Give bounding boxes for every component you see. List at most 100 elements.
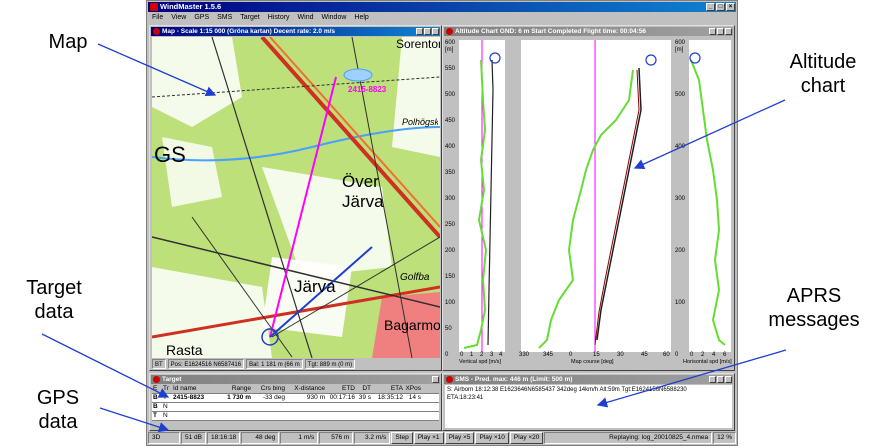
map-status-bal: Bal: 1 181 m (66 m	[246, 359, 303, 369]
map-label-jarva-2: Järva	[294, 277, 336, 296]
menu-help[interactable]: Help	[354, 13, 368, 23]
hspd-xtick-2: 2	[701, 352, 705, 358]
ytick-right-0: 0	[675, 352, 679, 358]
hspd-xlabel: Horisontal spd [m/s]	[683, 359, 732, 365]
map-window-titlebar: Map - Scale 1:15 000 (Gröna kartan) Dece…	[151, 27, 440, 36]
ytick-600: 600	[445, 40, 456, 46]
minimize-button[interactable]: _	[706, 3, 715, 11]
menu-gps[interactable]: GPS	[194, 13, 209, 23]
gps-vspeed: 1 m/s	[280, 432, 319, 444]
course-xtick-60: 60	[663, 352, 670, 358]
target-table: E Tr Id name Range Crs bing X-distance E…	[152, 385, 439, 421]
course-xtick-30: 30	[617, 352, 624, 358]
app-window: WindMaster 1.5.6 _ □ × File View GPS SMS…	[146, 0, 738, 446]
sms-close-button[interactable]	[725, 376, 732, 383]
annotation-target-data: Target data	[26, 277, 82, 323]
map-status-bt: BT	[152, 359, 166, 369]
map-graphic[interactable]	[152, 37, 440, 358]
ytick-50: 50	[445, 326, 452, 332]
target-row[interactable]: T N	[152, 412, 439, 421]
map-close-button[interactable]	[432, 28, 439, 35]
map-label-sorentorp: Sorentorp	[396, 37, 440, 51]
map-minimize-button[interactable]	[416, 28, 423, 35]
app-titlebar: WindMaster 1.5.6 _ □ ×	[148, 2, 736, 12]
play-x5-button[interactable]: Play ×5	[444, 432, 475, 444]
menu-target[interactable]: Target	[240, 13, 259, 23]
gps-fix: 3D	[148, 432, 180, 444]
ytick-250: 250	[445, 222, 456, 228]
cell-xpos: 14 s	[408, 394, 421, 401]
app-title: WindMaster 1.5.6	[160, 2, 222, 11]
ytick-100: 100	[445, 300, 456, 306]
cell-crs-bing: -33 deg	[262, 394, 285, 401]
map-maximize-button[interactable]	[424, 28, 431, 35]
sms-minimize-button[interactable]	[709, 376, 716, 383]
menu-history[interactable]: History	[268, 13, 290, 23]
replay-status: Replaying: log_20010825_4.nmea	[544, 432, 713, 444]
hspd-xtick-4: 4	[712, 352, 716, 358]
sms-message-area[interactable]: S: Airborn 18:12:38 E1623646N6585437 342…	[445, 385, 732, 428]
target-row[interactable]: B T 2415-8823 1 730 m -33 deg 930 m 00:1…	[152, 394, 439, 403]
target-close-button[interactable]	[432, 376, 439, 383]
gps-altitude: 576 m	[319, 432, 354, 444]
ytick-unit: [m]	[445, 47, 454, 53]
cell-dt: 39 s	[358, 394, 371, 401]
altitude-chart-window: Altitude Chart GND: 6 m Start Completed …	[442, 25, 735, 371]
target-window-titlebar: Target	[151, 375, 440, 384]
vspd-xtick-3: 3	[490, 352, 494, 358]
ytick-150: 150	[445, 274, 456, 280]
step-button[interactable]: Step	[391, 432, 413, 444]
hspd-xtick-6: 6	[723, 352, 727, 358]
ytick-0: 0	[445, 352, 449, 358]
menu-view[interactable]: View	[171, 13, 186, 23]
map-canvas[interactable]: 2415-8823 Över Järva Järva Bagarmossen R…	[152, 37, 440, 358]
vspd-xtick-4: 4	[499, 352, 503, 358]
target-row[interactable]: B N	[152, 403, 439, 412]
cell-e: T	[153, 412, 157, 419]
gps-hspeed: 3.2 m/s	[354, 432, 391, 444]
cell-eta: 18:35:12	[377, 394, 403, 401]
cell-e: B	[153, 394, 158, 401]
play-x10-button[interactable]: Play ×10	[475, 432, 509, 444]
ytick-right-unit: [m]	[675, 47, 684, 53]
vspd-xtick-1: 1	[470, 352, 474, 358]
gps-signal: 51 dB	[181, 432, 206, 444]
map-statusbar: BT Pos: E1624516 N6587416 Bal: 1 181 m (…	[152, 359, 356, 369]
target-window-title: Target	[162, 376, 182, 383]
cell-tr: T	[163, 394, 167, 401]
altitude-window-title: Altitude Chart GND: 6 m Start Completed …	[455, 28, 647, 35]
play-x1-button[interactable]: Play ×1	[413, 432, 444, 444]
map-status-tgt: Tgt: 889 m (0 m)	[304, 359, 356, 369]
cell-e: B	[153, 403, 158, 410]
vertical-speed-panel	[459, 40, 505, 352]
gps-heading: 48 deg	[241, 432, 280, 444]
col-eta: ETA	[390, 385, 403, 392]
play-x20-button[interactable]: Play ×20	[509, 432, 544, 444]
altitude-yaxis-right: 600 [m] 500 400 300 200 100 0	[675, 40, 689, 360]
menu-sms[interactable]: SMS	[217, 13, 232, 23]
gps-status-bar: 3D 51 dB 18:16:18 48 deg 1 m/s 576 m 3.2…	[148, 432, 736, 444]
col-e: E	[153, 385, 158, 392]
sms-maximize-button[interactable]	[717, 376, 724, 383]
ytick-400: 400	[445, 144, 456, 150]
menu-wind[interactable]: Wind	[298, 13, 314, 23]
cell-tr: N	[163, 412, 168, 419]
target-window-icon	[153, 376, 160, 383]
annotation-aprs-messages: APRS messages	[768, 285, 860, 331]
close-button[interactable]: ×	[726, 3, 735, 11]
map-window-icon	[153, 28, 160, 35]
maximize-button[interactable]: □	[716, 3, 725, 11]
ytick-right-200: 200	[675, 248, 686, 254]
annotation-altitude-chart: Altitude chart	[789, 51, 857, 97]
course-xtick-330: 330	[519, 352, 530, 358]
horizontal-speed-panel	[689, 40, 731, 352]
sms-message-line-1: S: Airborn 18:12:38 E1623646N6585437 342…	[447, 387, 687, 393]
altitude-close-button[interactable]	[725, 28, 732, 35]
course-xtick-15: 15	[593, 352, 600, 358]
altitude-minimize-button[interactable]	[709, 28, 716, 35]
menu-file[interactable]: File	[152, 13, 163, 23]
vertical-speed-graph	[463, 40, 501, 352]
vspd-xlabel: Vertical spd [m/s]	[459, 359, 501, 365]
menu-window[interactable]: Window	[322, 13, 347, 23]
altitude-maximize-button[interactable]	[717, 28, 724, 35]
